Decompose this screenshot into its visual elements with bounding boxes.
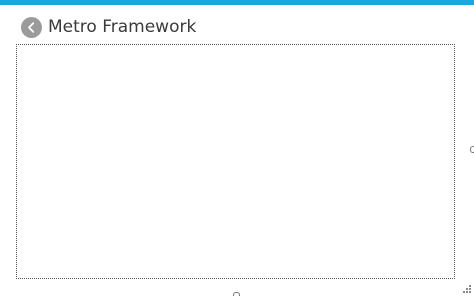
window-accent-bar — [0, 0, 474, 5]
window-title: Metro Framework — [48, 17, 197, 37]
metro-form-window: Metro Framework — [0, 0, 474, 296]
chevron-left-icon — [21, 17, 42, 38]
resize-grip-icon[interactable] — [463, 285, 472, 294]
content-panel — [16, 44, 455, 279]
bottom-edge-handle[interactable] — [233, 292, 240, 296]
back-button[interactable] — [21, 17, 42, 38]
right-edge-handle[interactable] — [470, 146, 474, 153]
